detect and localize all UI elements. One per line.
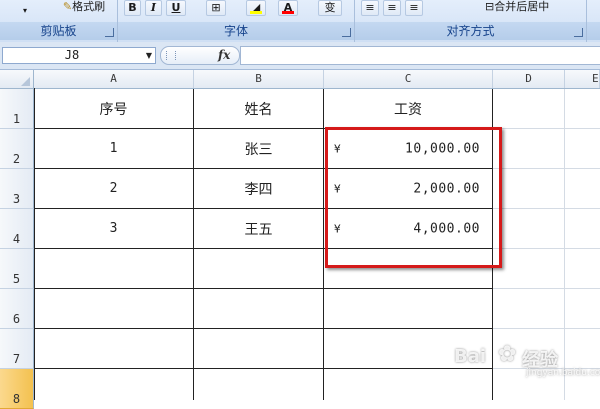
align-center-button[interactable]: ≡ — [383, 0, 401, 16]
watermark-url: jingyan.baidu.com — [526, 368, 600, 378]
cell-a7[interactable] — [34, 329, 194, 369]
row-header-7[interactable]: 7 — [0, 329, 34, 369]
row-header-4[interactable]: 4 — [0, 209, 34, 249]
select-all-triangle-icon — [21, 77, 30, 86]
cell-d2[interactable] — [493, 129, 565, 169]
formula-bar: J8 ▼ fx — [0, 42, 600, 70]
font-launcher-icon[interactable] — [342, 28, 351, 37]
row-header-5[interactable]: 5 — [0, 249, 34, 289]
column-header-b[interactable]: B — [194, 70, 324, 88]
alignment-group: ≡ ≡ ≡ ⊟合并后居中 对齐方式 — [355, 0, 587, 42]
cell-e1[interactable] — [565, 89, 600, 129]
fill-color-button[interactable]: ◢ — [246, 0, 266, 16]
function-area: fx — [160, 46, 240, 65]
watermark: Bai ✿ 经验 jingyan.baidu.com — [454, 336, 600, 386]
merge-center-button[interactable]: ⊟合并后居中 — [485, 0, 581, 16]
clipboard-group-label: 剪贴板 — [0, 22, 117, 40]
cell-b6[interactable] — [194, 289, 324, 329]
next-group-edge — [587, 0, 600, 42]
align-right-button[interactable]: ≡ — [405, 0, 423, 16]
cell-a6[interactable] — [34, 289, 194, 329]
column-header-bar: A B C D E — [0, 70, 600, 89]
select-all-button[interactable] — [0, 70, 34, 88]
cell-b3[interactable]: 李四 — [194, 169, 324, 209]
cell-c1[interactable]: 工资 — [324, 89, 493, 129]
name-box[interactable]: J8 ▼ — [2, 47, 156, 64]
brush-icon: ✎ — [62, 0, 73, 13]
cell-d4[interactable] — [493, 209, 565, 249]
row-header-1[interactable]: 1 — [0, 89, 34, 129]
cell-b1[interactable]: 姓名 — [194, 89, 324, 129]
cell-d1[interactable] — [493, 89, 565, 129]
align-right-icon: ≡ — [409, 1, 419, 14]
borders-button[interactable]: ⊞ — [206, 0, 226, 16]
cell-e6[interactable] — [565, 289, 600, 329]
bold-button[interactable]: B — [124, 0, 141, 16]
cell-b5[interactable] — [194, 249, 324, 289]
column-header-d[interactable]: D — [493, 70, 565, 88]
next-group-label — [587, 22, 600, 40]
row-header-8[interactable]: 8 — [0, 369, 34, 409]
ribbon: ▾ ✎格式刷 剪贴板 B I U ⊞ ◢ A 变 字体 ≡ ≡ ≡ ⊟合并后居中… — [0, 0, 600, 43]
fill-color-swatch — [250, 11, 262, 14]
phonetic-button[interactable]: 变 — [318, 0, 342, 16]
font-group: B I U ⊞ ◢ A 变 字体 — [118, 0, 355, 42]
row-header-2[interactable]: 2 — [0, 129, 34, 169]
format-painter-button[interactable]: ✎格式刷 — [54, 0, 114, 16]
clipboard-launcher-icon[interactable] — [105, 28, 114, 37]
paw-logo-icon: ✿ — [498, 342, 517, 367]
align-left-button[interactable]: ≡ — [361, 0, 379, 16]
italic-button[interactable]: I — [145, 0, 162, 16]
cell-d6[interactable] — [493, 289, 565, 329]
font-color-button[interactable]: A — [278, 0, 298, 16]
font-group-label: 字体 — [118, 22, 354, 40]
merge-cells-icon: ⊟ — [485, 0, 495, 13]
cell-b2[interactable]: 张三 — [194, 129, 324, 169]
watermark-brand: Bai — [454, 346, 487, 367]
row-header-6[interactable]: 6 — [0, 289, 34, 329]
cell-d3[interactable] — [493, 169, 565, 209]
cell-a5[interactable] — [34, 249, 194, 289]
resize-grip-icon[interactable] — [166, 51, 176, 60]
font-color-swatch — [282, 11, 294, 14]
cell-e2[interactable] — [565, 129, 600, 169]
cell-a4[interactable]: 3 — [34, 209, 194, 249]
underline-button[interactable]: U — [166, 0, 186, 16]
cell-a8[interactable] — [34, 369, 194, 400]
cell-b7[interactable] — [194, 329, 324, 369]
align-center-icon: ≡ — [387, 1, 397, 14]
formula-input[interactable] — [240, 46, 600, 65]
alignment-launcher-icon[interactable] — [574, 28, 583, 37]
cell-d5[interactable] — [493, 249, 565, 289]
border-grid-icon: ⊞ — [211, 1, 221, 14]
clipboard-group: ▾ ✎格式刷 剪贴板 — [0, 0, 118, 42]
cell-e4[interactable] — [565, 209, 600, 249]
row-header-3[interactable]: 3 — [0, 169, 34, 209]
cell-e3[interactable] — [565, 169, 600, 209]
column-header-a[interactable]: A — [34, 70, 194, 88]
name-box-dropdown-icon[interactable]: ▼ — [146, 48, 152, 63]
cell-a3[interactable]: 2 — [34, 169, 194, 209]
cell-a2[interactable]: 1 — [34, 129, 194, 169]
column-header-c[interactable]: C — [324, 70, 493, 88]
column-header-e[interactable]: E — [565, 70, 600, 88]
salary-highlight-box — [325, 127, 502, 268]
insert-function-icon[interactable]: fx — [218, 47, 230, 64]
align-left-icon: ≡ — [365, 1, 375, 14]
cell-c6[interactable] — [324, 289, 493, 329]
name-box-value: J8 — [64, 48, 80, 62]
alignment-group-label: 对齐方式 — [355, 22, 586, 40]
cell-b4[interactable]: 王五 — [194, 209, 324, 249]
cell-b8[interactable] — [194, 369, 324, 400]
cell-e5[interactable] — [565, 249, 600, 289]
cell-a1[interactable]: 序号 — [34, 89, 194, 129]
paste-dropdown-icon[interactable]: ▾ — [20, 4, 30, 20]
